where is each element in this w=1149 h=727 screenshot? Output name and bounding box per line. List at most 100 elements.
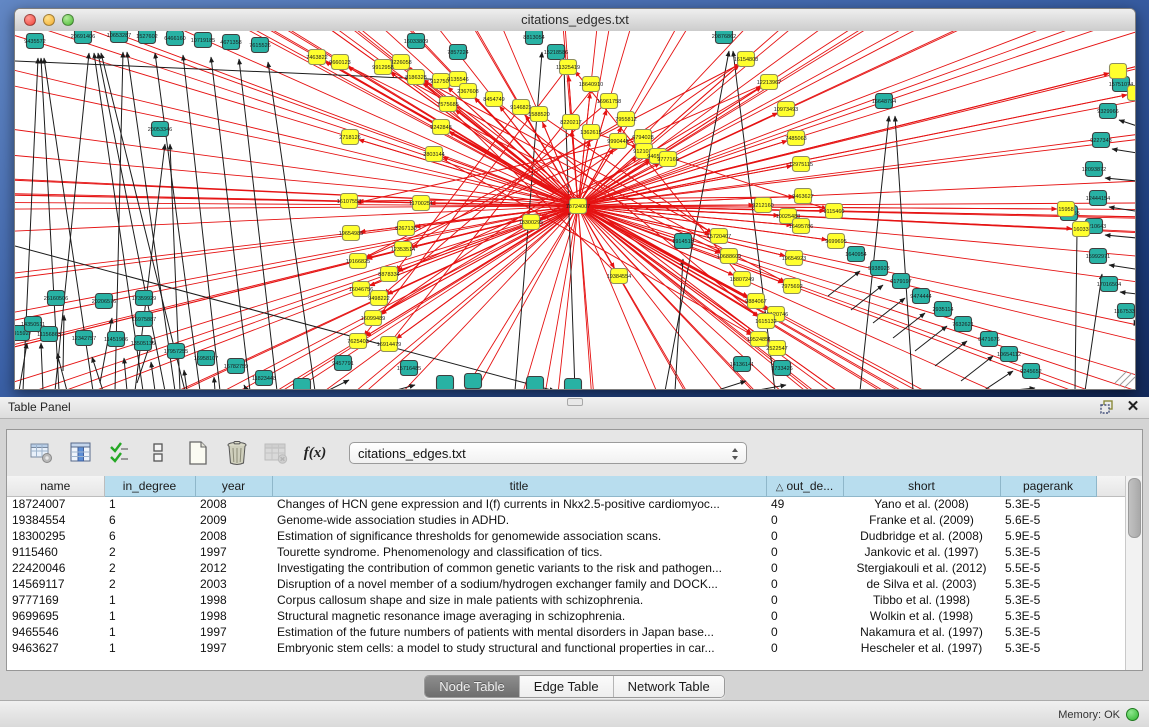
show-columns-button[interactable] [68, 439, 94, 467]
graph-node[interactable]: 16099489 [361, 311, 385, 326]
graph-node[interactable]: 18807249 [730, 272, 754, 287]
graph-node[interactable]: 2522547 [766, 341, 787, 356]
graph-node[interactable]: 9777169 [657, 152, 678, 167]
graph-node[interactable] [527, 377, 544, 390]
table-row[interactable]: 2242004622012Investigating the contribut… [7, 560, 1127, 576]
graph-node[interactable]: 2803144 [423, 147, 444, 162]
new-column-button[interactable] [185, 439, 211, 467]
graph-node[interactable]: 13505135 [131, 336, 155, 351]
graph-node[interactable]: 2367608 [457, 84, 478, 99]
graph-node[interactable]: 11325419 [556, 60, 580, 75]
graph-node[interactable]: 9912958 [372, 60, 393, 75]
graph-node[interactable]: 7975692 [781, 279, 802, 294]
graph-node[interactable]: 10654112 [997, 347, 1021, 362]
graph-node[interactable]: 17016504 [1097, 277, 1121, 292]
graph-node[interactable]: 9435572 [24, 34, 45, 49]
delete-column-button[interactable] [224, 439, 250, 467]
column-header-name[interactable]: name [7, 476, 104, 496]
select-all-button[interactable] [107, 439, 133, 467]
graph-node[interactable]: 7463822 [306, 50, 327, 65]
function-builder-button[interactable]: f(x) [302, 439, 328, 467]
delete-table-button[interactable] [263, 439, 289, 467]
graph-node[interactable]: 18640910 [579, 77, 603, 92]
graph-node[interactable]: 16648794 [872, 94, 896, 109]
graph-node[interactable]: 9699695 [825, 234, 846, 249]
graph-node[interactable]: 8454749 [483, 92, 504, 107]
graph-node[interactable]: 11451966 [104, 332, 128, 347]
table-row[interactable]: 1830029562008Estimation of significance … [7, 528, 1127, 544]
graph-node[interactable]: 9227343 [1090, 133, 1111, 148]
table-row[interactable]: 977716911998Corpus callosum shape and si… [7, 592, 1127, 608]
network-view-window[interactable]: citations_edges.txt 9435572206 [14, 8, 1136, 390]
graph-node[interactable]: 12975115 [789, 157, 813, 172]
graph-node[interactable] [1128, 86, 1136, 101]
table-row[interactable]: 1456911722003Disruption of a novel membe… [7, 576, 1127, 592]
graph-node[interactable]: 14136141 [730, 357, 754, 372]
graph-node[interactable]: 7955812 [615, 112, 636, 127]
graph-node[interactable]: 16914479 [377, 337, 401, 352]
graph-node[interactable]: 9457791 [332, 356, 353, 371]
graph-node[interactable]: 9474444 [910, 289, 931, 304]
graph-node[interactable]: 11675335 [1114, 304, 1135, 319]
graph-node[interactable]: 9115460 [823, 204, 844, 219]
graph-node[interactable]: 1640954 [845, 247, 866, 262]
graph-node[interactable]: 9498222 [368, 291, 389, 306]
table-row[interactable]: 911546021997Tourette syndrome. Phenomeno… [7, 544, 1127, 560]
graph-node[interactable]: 16107553 [337, 194, 361, 209]
graph-node[interactable]: 12353514 [391, 242, 415, 257]
clear-selection-button[interactable] [146, 439, 172, 467]
graph-node[interactable]: 26160506 [44, 291, 68, 306]
graph-node[interactable]: 9884067 [745, 294, 766, 309]
graph-node[interactable]: 16033 [1073, 222, 1090, 237]
graph-node[interactable]: 10973493 [774, 102, 798, 117]
graph-node[interactable]: 9242848 [430, 120, 451, 135]
graph-node[interactable] [294, 379, 311, 390]
column-header-short[interactable]: short [843, 476, 1000, 496]
column-header-pagerank[interactable]: pagerank [1000, 476, 1096, 496]
table-scrollbar-thumb[interactable] [1128, 478, 1141, 538]
graph-node[interactable]: 6794028 [632, 130, 653, 145]
column-header-out_degree[interactable]: △out_de... [766, 476, 843, 496]
network-canvas[interactable]: 9435572206914061065328715276026466160107… [15, 31, 1135, 389]
panel-resize-handle[interactable] [567, 398, 583, 406]
column-header-title[interactable]: title [272, 476, 766, 496]
graph-node[interactable]: 18724007 [566, 199, 590, 214]
graph-node[interactable]: 6466160 [164, 31, 185, 46]
table-row[interactable]: 1938455462009Genome-wide association stu… [7, 512, 1127, 528]
graph-node[interactable]: 11823448 [252, 371, 276, 386]
float-panel-icon[interactable] [1099, 399, 1115, 415]
graph-node[interactable]: 9212160 [752, 198, 773, 213]
graph-node[interactable]: 8186328 [405, 70, 426, 85]
graph-node[interactable]: 12342757 [72, 331, 96, 346]
graph-node[interactable]: 12213967 [757, 75, 781, 90]
graph-node[interactable]: 20053346 [148, 122, 172, 137]
graph-node[interactable]: 16154808 [734, 52, 758, 67]
table-row[interactable]: 1872400712008Changes of HCN gene express… [7, 496, 1127, 512]
graph-node[interactable]: 15720407 [707, 229, 731, 244]
graph-node[interactable]: 9463627 [792, 189, 813, 204]
table-mode-button[interactable] [29, 439, 55, 467]
graph-node[interactable] [1110, 64, 1127, 79]
table-scrollbar[interactable] [1125, 476, 1142, 670]
tab-edge-table[interactable]: Edge Table [520, 676, 614, 697]
graph-node[interactable]: 1527602 [136, 31, 157, 44]
graph-node[interactable]: 1914515 [672, 234, 693, 249]
graph-node[interactable]: 15992971 [1086, 249, 1110, 264]
graph-node[interactable]: 6179197 [890, 274, 911, 289]
graph-node[interactable]: 7615526 [249, 38, 270, 53]
graph-node[interactable]: 2935114 [932, 302, 953, 317]
graph-node[interactable]: 16975887 [132, 312, 156, 327]
graph-node[interactable]: 7625402 [347, 334, 368, 349]
tab-network-table[interactable]: Network Table [614, 676, 724, 697]
graph-node[interactable]: 19654923 [782, 251, 806, 266]
column-header-year[interactable]: year [195, 476, 272, 496]
graph-node[interactable] [565, 379, 582, 390]
graph-node[interactable]: 17359929 [132, 291, 156, 306]
graph-node[interactable]: 8878334 [378, 267, 399, 282]
graph-node[interactable]: 19524851 [747, 332, 771, 347]
graph-node[interactable]: 8267130 [395, 221, 416, 236]
graph-node[interactable]: 8813054 [523, 31, 544, 45]
graph-node[interactable]: 16046756 [349, 282, 373, 297]
graph-node[interactable]: 9329966 [1097, 104, 1118, 119]
graph-node[interactable]: 18300295 [519, 215, 543, 230]
